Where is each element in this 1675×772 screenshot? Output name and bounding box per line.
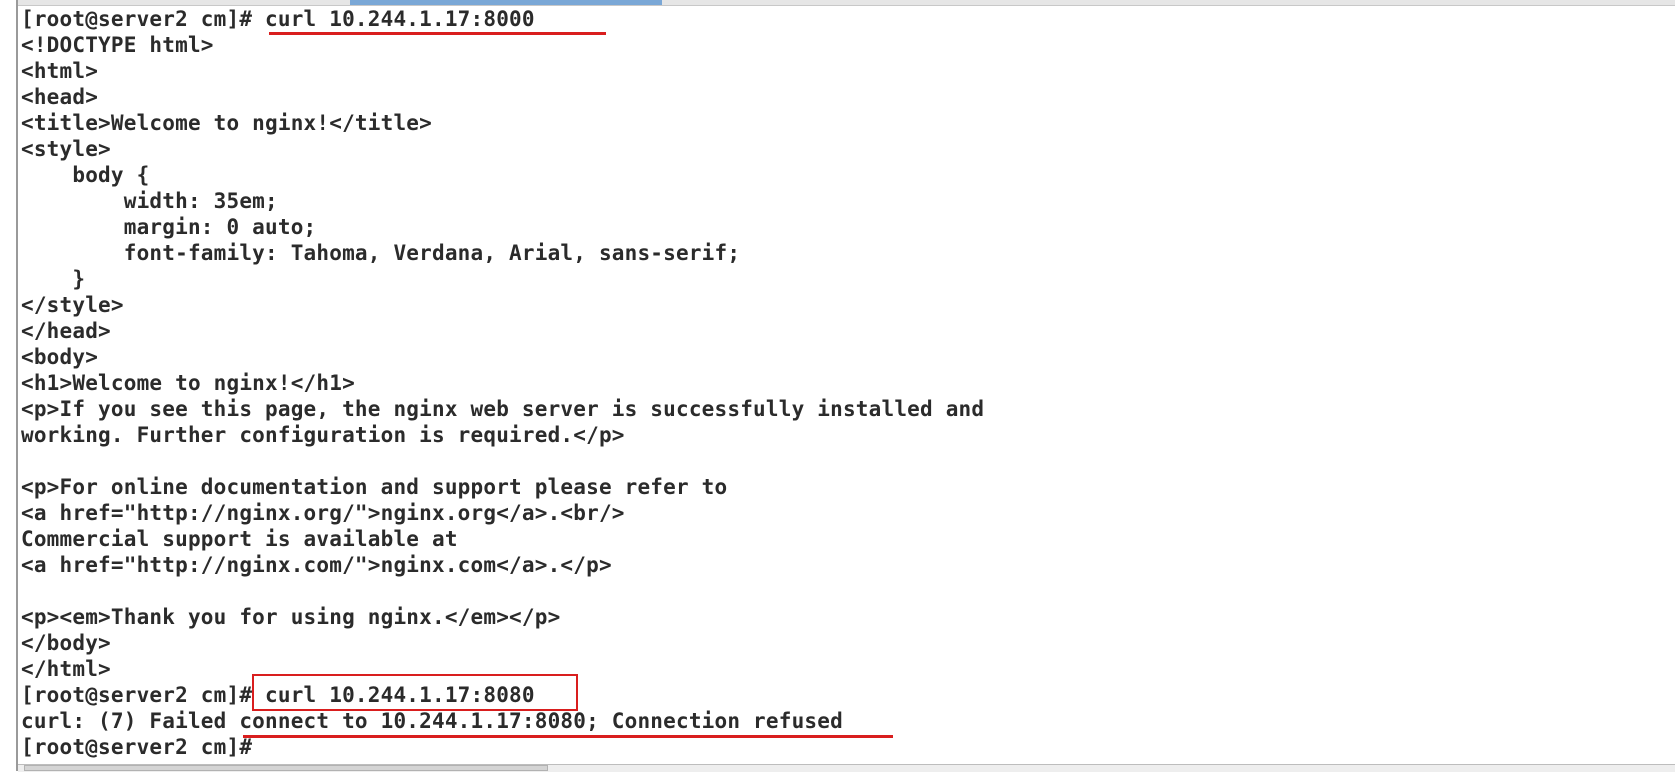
terminal-line: </head> xyxy=(21,319,111,343)
terminal-line: width: 35em; xyxy=(21,189,278,213)
terminal-line: working. Further configuration is requir… xyxy=(21,423,625,447)
terminal-line: <head> xyxy=(21,85,99,109)
terminal-line: margin: 0 auto; xyxy=(21,215,317,239)
terminal-line: <p><em>Thank you for using nginx.</em></… xyxy=(21,605,561,629)
annotation-box-second-curl xyxy=(252,674,578,711)
terminal-line: <body> xyxy=(21,345,99,369)
terminal-line: } xyxy=(21,267,86,291)
terminal-line: <style> xyxy=(21,137,111,161)
terminal-line: <a href="http://nginx.com/">nginx.com</a… xyxy=(21,553,612,577)
terminal-line: curl: (7) Failed connect to 10.244.1.17:… xyxy=(21,709,843,733)
terminal-line: <title>Welcome to nginx!</title> xyxy=(21,111,432,135)
terminal-line: <a href="http://nginx.org/">nginx.org</a… xyxy=(21,501,625,525)
scrollbar-thumb[interactable] xyxy=(24,765,548,771)
terminal-window: [root@server2 cm]# curl 10.244.1.17:8000… xyxy=(0,0,1675,772)
terminal-line: font-family: Tahoma, Verdana, Arial, san… xyxy=(21,241,741,265)
annotation-underline-connection-refused xyxy=(243,735,893,738)
terminal-line: [root@server2 cm]# curl 10.244.1.17:8000 xyxy=(21,7,535,31)
annotation-underline-first-curl xyxy=(269,32,606,35)
terminal-line: <p>If you see this page, the nginx web s… xyxy=(21,397,985,421)
terminal-output[interactable]: [root@server2 cm]# curl 10.244.1.17:8000… xyxy=(21,6,1661,760)
terminal-line: <!DOCTYPE html> xyxy=(21,33,214,57)
terminal-left-border xyxy=(16,0,18,771)
terminal-line: <html> xyxy=(21,59,99,83)
terminal-line: Commercial support is available at xyxy=(21,527,458,551)
active-tab-indicator[interactable] xyxy=(350,0,662,5)
terminal-line: <h1>Welcome to nginx!</h1> xyxy=(21,371,355,395)
terminal-line: </style> xyxy=(21,293,124,317)
terminal-line: </body> xyxy=(21,631,111,655)
terminal-line: <p>For online documentation and support … xyxy=(21,475,728,499)
terminal-line: body { xyxy=(21,163,150,187)
